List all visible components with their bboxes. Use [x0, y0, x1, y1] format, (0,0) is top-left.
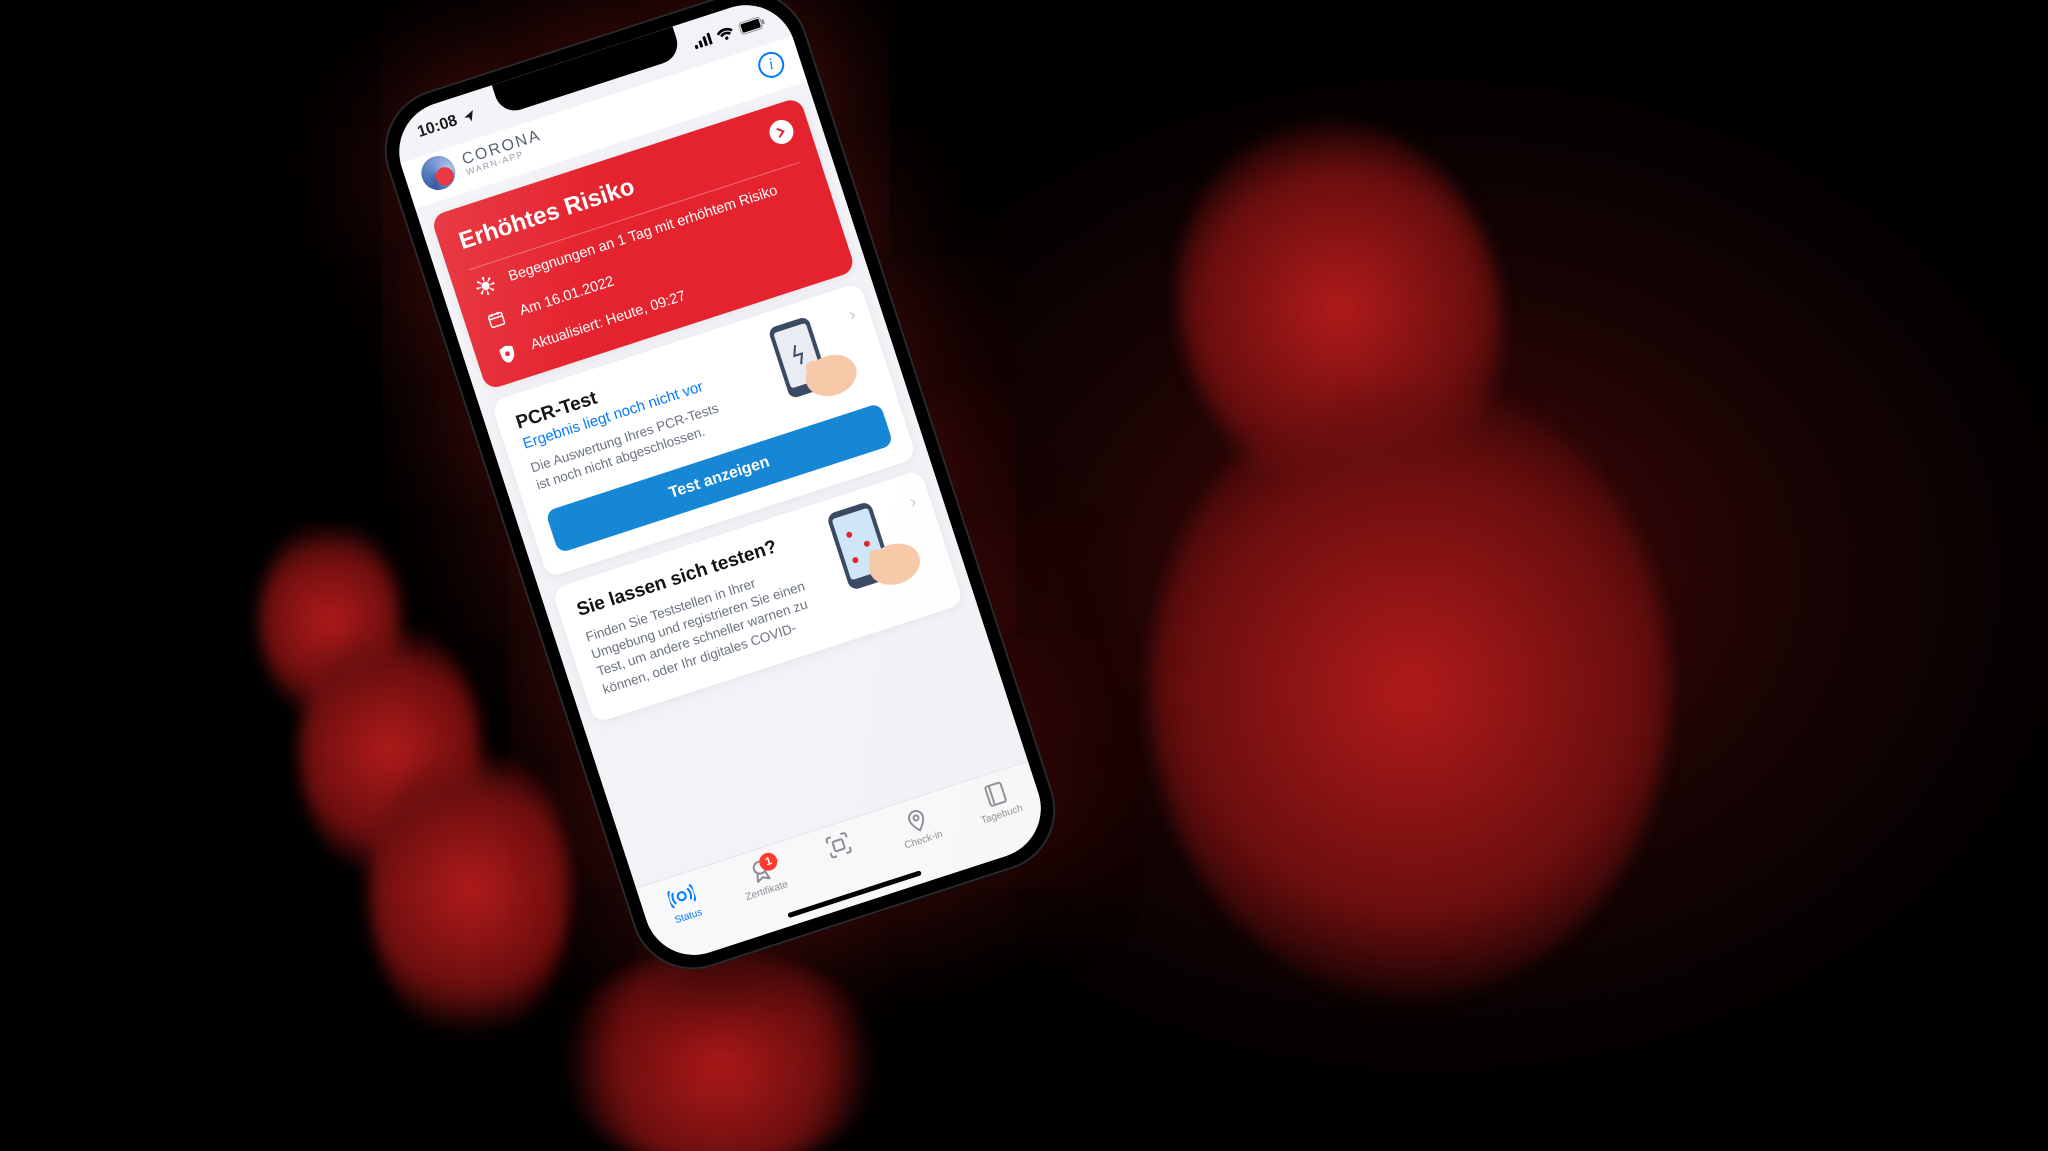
phone-screen: 10:08	[386, 0, 1053, 968]
status-icon	[666, 880, 699, 913]
calendar-icon	[483, 307, 509, 331]
phone-frame: 10:08	[369, 0, 1072, 985]
diary-icon	[979, 778, 1012, 811]
location-pin-icon	[901, 803, 934, 836]
virus-icon	[472, 273, 499, 299]
location-icon	[461, 108, 479, 126]
tab-checkin[interactable]: Check-in	[874, 795, 965, 859]
tab-status[interactable]: Status	[639, 871, 730, 935]
tab-certificates[interactable]: 1 Zertifikate	[717, 846, 808, 910]
tab-scan[interactable]	[795, 820, 886, 884]
qr-scan-icon	[822, 829, 855, 862]
battery-icon	[738, 15, 767, 35]
app-logo-icon	[417, 152, 460, 195]
wifi-icon	[715, 25, 736, 43]
hand-silhouette	[0, 0, 2048, 1151]
status-time: 10:08	[415, 112, 459, 142]
main-content: Erhöhtes Risiko Begegnungen an 1 Tag mit…	[419, 93, 1006, 822]
info-button[interactable]: i	[755, 48, 788, 81]
cellular-icon	[692, 32, 713, 49]
tab-diary[interactable]: Tagebuch	[952, 769, 1043, 833]
shield-icon	[494, 341, 521, 367]
